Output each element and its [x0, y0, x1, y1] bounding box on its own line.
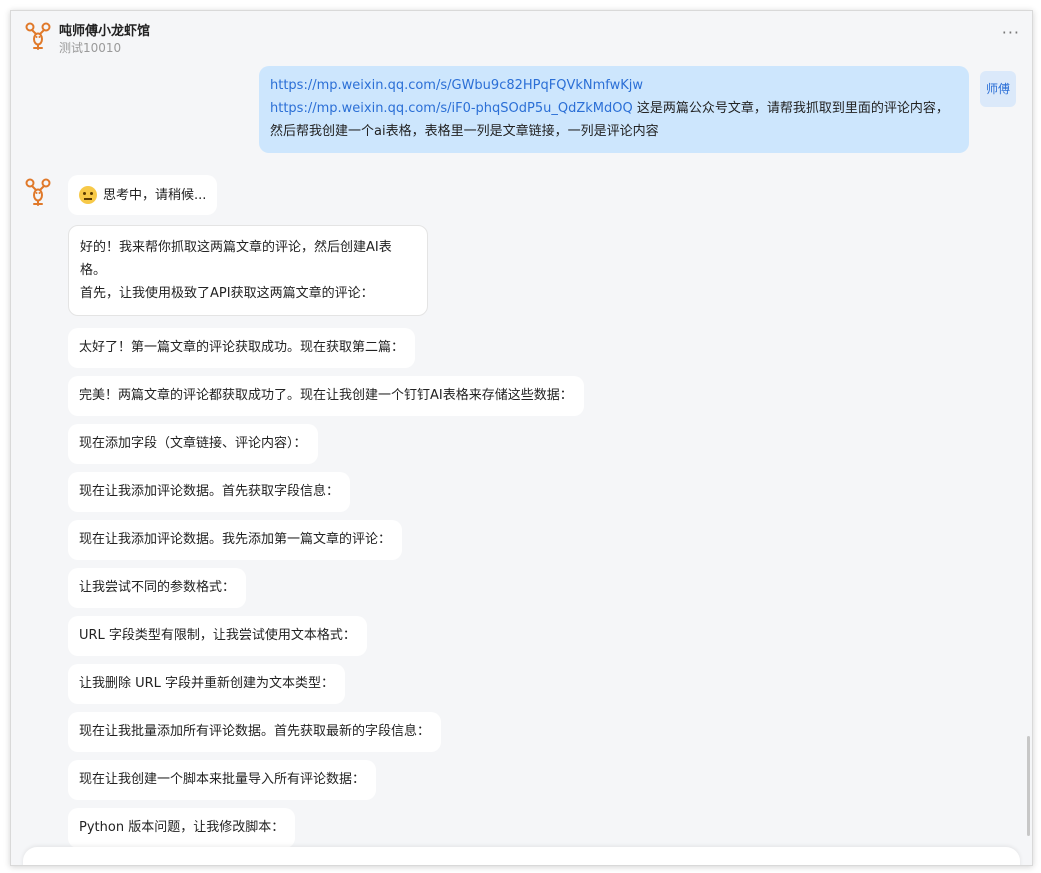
chat-window: 吨师傅小龙虾馆 测试10010 ··· https://mp.weixin.qq… — [10, 10, 1033, 866]
assistant-message: 现在让我添加评论数据。首先获取字段信息： — [68, 472, 351, 512]
article-link-2[interactable]: https://mp.weixin.qq.com/s/iF0-phqSOdP5u… — [270, 101, 633, 116]
article-link-1[interactable]: https://mp.weixin.qq.com/s/GWbu9c82HPqFQ… — [270, 78, 643, 93]
chat-header: 吨师傅小龙虾馆 测试10010 ··· — [11, 11, 1032, 61]
message-input-bar[interactable] — [23, 847, 1020, 865]
thinking-bubble: 思考中，请稍候... — [68, 175, 218, 215]
assistant-message: URL 字段类型有限制，让我尝试使用文本格式： — [68, 616, 367, 656]
thinking-text: 思考中，请稍候... — [103, 187, 207, 203]
assistant-message: 让我删除 URL 字段并重新创建为文本类型： — [68, 664, 346, 704]
message-text: 首先，让我使用极致了API获取这两篇文章的评论： — [80, 286, 374, 301]
assistant-message: 好的！我来帮你抓取这两篇文章的评论，然后创建AI表格。 首先，让我使用极致了AP… — [68, 225, 428, 316]
assistant-message: Python 版本问题，让我修改脚本： — [68, 808, 296, 848]
assistant-message: 让我尝试不同的参数格式： — [68, 568, 247, 608]
chat-scrollbar[interactable] — [1027, 736, 1030, 836]
chat-subtitle: 测试10010 — [59, 41, 122, 55]
assistant-message: 现在让我添加评论数据。我先添加第一篇文章的评论： — [68, 520, 403, 560]
user-message-bubble: https://mp.weixin.qq.com/s/GWbu9c82HPqFQ… — [259, 66, 969, 153]
user-avatar[interactable]: 师傅 — [980, 71, 1016, 107]
lobster-logo-icon — [25, 22, 51, 50]
chat-title: 吨师傅小龙虾馆 — [59, 24, 151, 39]
assistant-message: 太好了！第一篇文章的评论获取成功。现在获取第二篇： — [68, 328, 416, 368]
more-options-icon[interactable]: ··· — [1002, 23, 1020, 42]
thinking-face-icon — [79, 186, 97, 204]
assistant-message: 现在让我批量添加所有评论数据。首先获取最新的字段信息： — [68, 712, 442, 752]
assistant-message: 现在添加字段（文章链接、评论内容）： — [68, 424, 318, 464]
message-text: 好的！我来帮你抓取这两篇文章的评论，然后创建AI表格。 — [80, 240, 392, 278]
assistant-message: 现在让我创建一个脚本来批量导入所有评论数据： — [68, 760, 377, 800]
bot-avatar-icon — [25, 178, 51, 206]
message-input[interactable] — [37, 853, 941, 865]
assistant-message: 完美！两篇文章的评论都获取成功了。现在让我创建一个钉钉AI表格来存储这些数据： — [68, 376, 584, 416]
